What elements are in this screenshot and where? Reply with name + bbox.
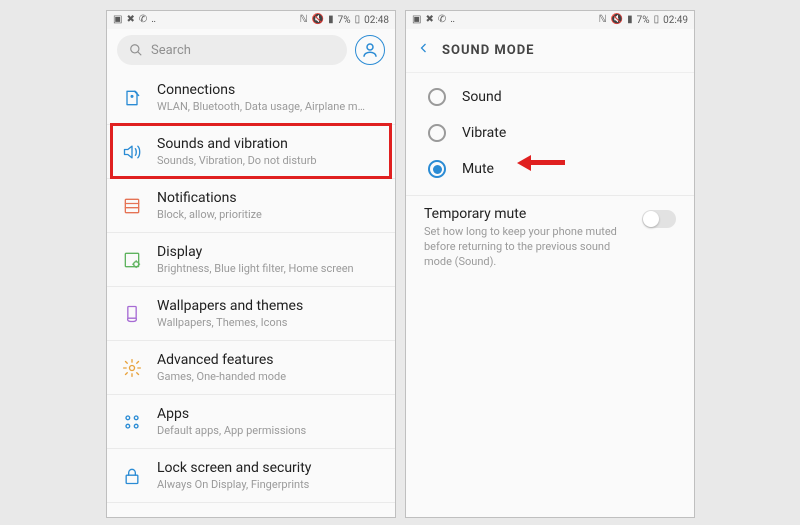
mute-status-icon: 🔇 — [611, 15, 623, 25]
radio-mute[interactable]: Mute — [406, 151, 694, 187]
lock-icon — [121, 465, 143, 487]
temporary-mute-desc: Set how long to keep your phone muted be… — [424, 225, 632, 270]
connections-icon — [121, 87, 143, 109]
battery-text: 7% — [338, 15, 351, 26]
settings-row-cloud[interactable]: Cloud and accounts — [107, 503, 395, 518]
signal-icon: ▮ — [328, 15, 334, 25]
screenshot-icon: ✖ — [425, 15, 433, 25]
row-title: Apps — [157, 406, 306, 422]
row-subtitle: Wallpapers, Themes, Icons — [157, 316, 303, 329]
call-icon: ✆ — [438, 15, 446, 25]
row-title: Notifications — [157, 190, 262, 206]
display-icon — [121, 249, 143, 271]
row-subtitle: WLAN, Bluetooth, Data usage, Airplane mo… — [157, 100, 367, 113]
temporary-mute-title: Temporary mute — [424, 206, 632, 222]
row-title: Connections — [157, 82, 367, 98]
radio-button-icon — [428, 88, 446, 106]
advanced-icon — [121, 357, 143, 379]
row-title: Sounds and vibration — [157, 136, 317, 152]
page-title: SOUND MODE — [442, 43, 535, 58]
signal-icon: ▮ — [627, 15, 633, 25]
settings-row-notifications[interactable]: Notifications Block, allow, prioritize — [107, 179, 395, 233]
sound-mode-options: Sound Vibrate Mute — [406, 73, 694, 189]
settings-row-lock[interactable]: Lock screen and security Always On Displa… — [107, 449, 395, 503]
battery-text: 7% — [637, 15, 650, 26]
search-icon — [129, 43, 143, 57]
radio-label: Sound — [462, 89, 502, 105]
row-subtitle: Brightness, Blue light filter, Home scre… — [157, 262, 354, 275]
settings-row-apps[interactable]: Apps Default apps, App permissions — [107, 395, 395, 449]
chevron-left-icon — [418, 40, 430, 56]
settings-row-connections[interactable]: Connections WLAN, Bluetooth, Data usage, … — [107, 71, 395, 125]
notifications-icon — [121, 195, 143, 217]
row-subtitle: Games, One-handed mode — [157, 370, 286, 383]
search-input[interactable]: Search — [117, 35, 347, 65]
radio-button-icon — [428, 124, 446, 142]
subheader: SOUND MODE — [406, 29, 694, 73]
cloud-icon — [121, 514, 143, 518]
nfc-icon: ℕ — [300, 15, 308, 25]
wallpapers-icon — [121, 303, 143, 325]
radio-label: Vibrate — [462, 125, 506, 141]
clock-text: 02:49 — [663, 15, 688, 26]
radio-label: Mute — [462, 161, 494, 177]
radio-vibrate[interactable]: Vibrate — [406, 115, 694, 151]
row-title: Cloud and accounts — [157, 517, 281, 518]
row-title: Wallpapers and themes — [157, 298, 303, 314]
temporary-mute-toggle[interactable] — [642, 210, 676, 228]
battery-icon: ▯ — [355, 15, 361, 25]
radio-button-icon — [428, 160, 446, 178]
apps-icon — [121, 411, 143, 433]
sound-mode-screen: ▣ ✖ ✆ ‥ ℕ 🔇 ▮ 7% ▯ 02:49 SOUND MODE Soun… — [405, 10, 695, 518]
row-subtitle: Sounds, Vibration, Do not disturb — [157, 154, 317, 167]
status-bar: ▣ ✖ ✆ ‥ ℕ 🔇 ▮ 7% ▯ 02:49 — [406, 11, 694, 29]
nfc-icon: ℕ — [599, 15, 607, 25]
person-icon — [361, 41, 379, 59]
search-placeholder: Search — [151, 43, 191, 58]
row-subtitle: Block, allow, prioritize — [157, 208, 262, 221]
settings-row-advanced[interactable]: Advanced features Games, One-handed mode — [107, 341, 395, 395]
more-icon: ‥ — [151, 15, 156, 25]
screenshot-icon: ✖ — [126, 15, 134, 25]
row-title: Display — [157, 244, 354, 260]
call-icon: ✆ — [139, 15, 147, 25]
account-button[interactable] — [355, 35, 385, 65]
sound-icon — [121, 141, 143, 163]
settings-list: Connections WLAN, Bluetooth, Data usage, … — [107, 71, 395, 518]
temporary-mute-row[interactable]: Temporary mute Set how long to keep your… — [406, 196, 694, 280]
image-icon: ▣ — [412, 15, 421, 25]
image-icon: ▣ — [113, 15, 122, 25]
radio-sound[interactable]: Sound — [406, 79, 694, 115]
back-button[interactable] — [418, 40, 430, 61]
settings-row-display[interactable]: Display Brightness, Blue light filter, Ho… — [107, 233, 395, 287]
clock-text: 02:48 — [364, 15, 389, 26]
settings-row-sound[interactable]: Sounds and vibration Sounds, Vibration, D… — [107, 125, 395, 179]
mute-status-icon: 🔇 — [312, 15, 324, 25]
battery-icon: ▯ — [654, 15, 660, 25]
row-subtitle: Default apps, App permissions — [157, 424, 306, 437]
more-icon: ‥ — [450, 15, 455, 25]
settings-root-screen: ▣ ✖ ✆ ‥ ℕ 🔇 ▮ 7% ▯ 02:48 Search — [106, 10, 396, 518]
search-row: Search — [107, 29, 395, 71]
status-bar: ▣ ✖ ✆ ‥ ℕ 🔇 ▮ 7% ▯ 02:48 — [107, 11, 395, 29]
settings-row-wallpapers[interactable]: Wallpapers and themes Wallpapers, Themes,… — [107, 287, 395, 341]
row-subtitle: Always On Display, Fingerprints — [157, 478, 311, 491]
row-title: Lock screen and security — [157, 460, 311, 476]
row-title: Advanced features — [157, 352, 286, 368]
